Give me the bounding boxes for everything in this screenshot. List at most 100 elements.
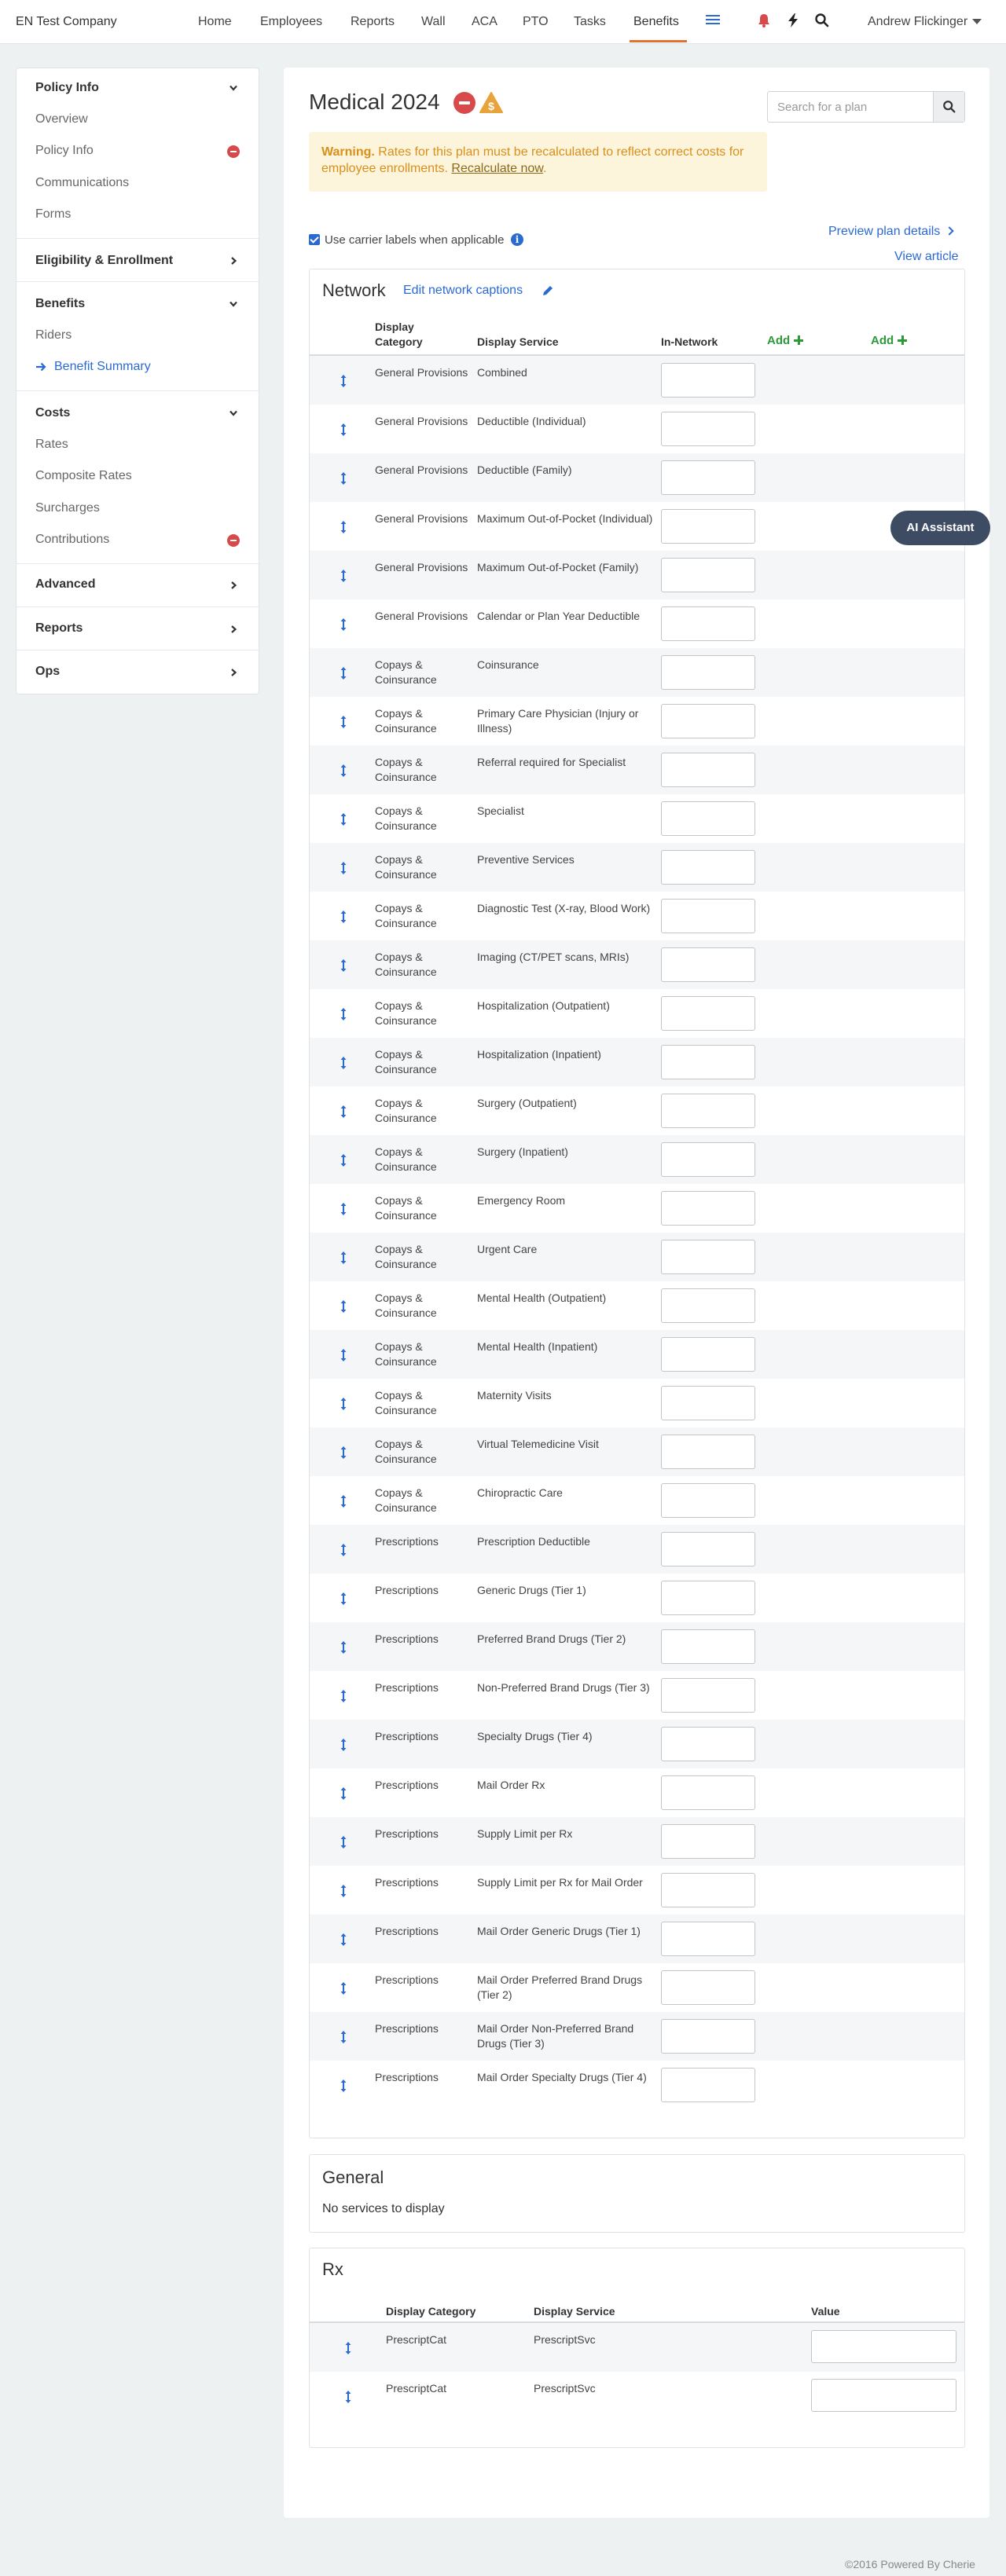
sort-handle-icon[interactable] <box>340 715 347 729</box>
sort-handle-icon[interactable] <box>340 1738 347 1752</box>
sort-handle-icon[interactable] <box>340 1105 347 1119</box>
search-button[interactable] <box>933 92 964 122</box>
sidebar-section-costs[interactable]: Costs <box>35 406 70 420</box>
add-network-column-button[interactable]: Add <box>871 334 908 347</box>
sort-handle-icon[interactable] <box>340 1397 347 1411</box>
in-network-value-input[interactable] <box>661 704 755 738</box>
in-network-value-input[interactable] <box>661 1240 755 1274</box>
nav-home[interactable]: Home <box>198 15 232 29</box>
plan-search-input[interactable] <box>768 92 933 122</box>
sort-handle-icon[interactable] <box>340 1981 347 1995</box>
nav-benefits[interactable]: Benefits <box>633 15 679 29</box>
in-network-value-input[interactable] <box>661 655 755 690</box>
in-network-value-input[interactable] <box>661 412 755 446</box>
sort-handle-icon[interactable] <box>340 2079 347 2093</box>
in-network-value-input[interactable] <box>661 1045 755 1079</box>
sidebar-section-ops[interactable]: Ops <box>35 665 60 679</box>
sort-handle-icon[interactable] <box>340 1299 347 1314</box>
in-network-value-input[interactable] <box>661 1337 755 1372</box>
sort-handle-icon[interactable] <box>340 1592 347 1606</box>
in-network-value-input[interactable] <box>661 1824 755 1859</box>
sort-handle-icon[interactable] <box>340 423 347 437</box>
sidebar-item-rates[interactable]: Rates <box>35 438 68 452</box>
in-network-value-input[interactable] <box>661 1483 755 1518</box>
in-network-value-input[interactable] <box>661 1386 755 1420</box>
in-network-value-input[interactable] <box>661 1629 755 1664</box>
sidebar-section-advanced[interactable]: Advanced <box>35 577 95 592</box>
rx-value-input[interactable] <box>811 2379 956 2412</box>
sort-handle-icon[interactable] <box>340 861 347 875</box>
sidebar-section-policy-info[interactable]: Policy Info <box>35 81 99 95</box>
sort-handle-icon[interactable] <box>340 1202 347 1216</box>
in-network-value-input[interactable] <box>661 558 755 592</box>
in-network-value-input[interactable] <box>661 460 755 495</box>
in-network-value-input[interactable] <box>661 1581 755 1615</box>
carrier-labels-checkbox[interactable] <box>309 234 320 245</box>
in-network-value-input[interactable] <box>661 1678 755 1713</box>
rx-value-input[interactable] <box>811 2330 956 2363</box>
chevron-right-icon[interactable] <box>229 625 238 634</box>
bolt-icon[interactable] <box>785 13 801 28</box>
sort-handle-icon[interactable] <box>340 812 347 826</box>
nav-pto[interactable]: PTO <box>523 15 549 29</box>
sidebar-item-communications[interactable]: Communications <box>35 176 129 190</box>
sort-handle-icon[interactable] <box>344 2341 352 2355</box>
sort-handle-icon[interactable] <box>340 1689 347 1703</box>
sidebar-section-benefits[interactable]: Benefits <box>35 297 85 311</box>
sort-handle-icon[interactable] <box>344 2390 352 2404</box>
in-network-value-input[interactable] <box>661 947 755 982</box>
sort-handle-icon[interactable] <box>340 958 347 973</box>
view-article-link[interactable]: View article <box>894 250 959 264</box>
preview-plan-details-link[interactable]: Preview plan details <box>828 225 954 239</box>
sort-handle-icon[interactable] <box>340 1494 347 1508</box>
in-network-value-input[interactable] <box>661 1191 755 1226</box>
add-network-column-button[interactable]: Add <box>767 334 804 347</box>
company-name[interactable]: EN Test Company <box>16 15 117 29</box>
in-network-value-input[interactable] <box>661 996 755 1031</box>
recalculate-link[interactable]: Recalculate now <box>451 162 543 175</box>
in-network-value-input[interactable] <box>661 753 755 787</box>
sort-handle-icon[interactable] <box>340 764 347 778</box>
error-status-icon[interactable] <box>453 92 475 114</box>
in-network-value-input[interactable] <box>661 1873 755 1907</box>
chevron-down-icon[interactable] <box>229 83 238 93</box>
nav-tasks[interactable]: Tasks <box>574 15 606 29</box>
in-network-value-input[interactable] <box>661 1435 755 1469</box>
in-network-value-input[interactable] <box>661 606 755 641</box>
sidebar-item-forms[interactable]: Forms <box>35 207 71 222</box>
sort-handle-icon[interactable] <box>340 1835 347 1849</box>
sort-handle-icon[interactable] <box>340 1348 347 1362</box>
in-network-value-input[interactable] <box>661 1288 755 1323</box>
sort-handle-icon[interactable] <box>340 1543 347 1557</box>
sort-handle-icon[interactable] <box>340 617 347 632</box>
sidebar-item-riders[interactable]: Riders <box>35 328 72 343</box>
in-network-value-input[interactable] <box>661 363 755 398</box>
sort-handle-icon[interactable] <box>340 1884 347 1898</box>
chevron-right-icon[interactable] <box>229 256 238 266</box>
in-network-value-input[interactable] <box>661 2068 755 2102</box>
sidebar-item-benefit-summary[interactable]: Benefit Summary <box>54 360 151 374</box>
carrier-labels-label[interactable]: Use carrier labels when applicable <box>325 233 504 247</box>
nav-employees[interactable]: Employees <box>260 15 322 29</box>
in-network-value-input[interactable] <box>661 801 755 836</box>
menu-icon[interactable] <box>706 13 720 27</box>
sort-handle-icon[interactable] <box>340 666 347 680</box>
search-icon[interactable] <box>814 13 830 28</box>
sidebar-item-contributions[interactable]: Contributions <box>35 533 109 547</box>
in-network-value-input[interactable] <box>661 1970 755 2005</box>
in-network-value-input[interactable] <box>661 899 755 933</box>
sort-handle-icon[interactable] <box>340 520 347 534</box>
sidebar-item-composite-rates[interactable]: Composite Rates <box>35 469 132 483</box>
sort-handle-icon[interactable] <box>340 1153 347 1167</box>
sort-handle-icon[interactable] <box>340 1933 347 1947</box>
in-network-value-input[interactable] <box>661 1922 755 1956</box>
in-network-value-input[interactable] <box>661 1142 755 1177</box>
sort-handle-icon[interactable] <box>340 374 347 388</box>
nav-aca[interactable]: ACA <box>472 15 497 29</box>
nav-reports[interactable]: Reports <box>351 15 395 29</box>
chevron-right-icon[interactable] <box>229 668 238 677</box>
sort-handle-icon[interactable] <box>340 471 347 486</box>
sidebar-item-surcharges[interactable]: Surcharges <box>35 501 100 515</box>
sort-handle-icon[interactable] <box>340 1786 347 1801</box>
edit-network-captions-link[interactable]: Edit network captions <box>403 284 523 298</box>
